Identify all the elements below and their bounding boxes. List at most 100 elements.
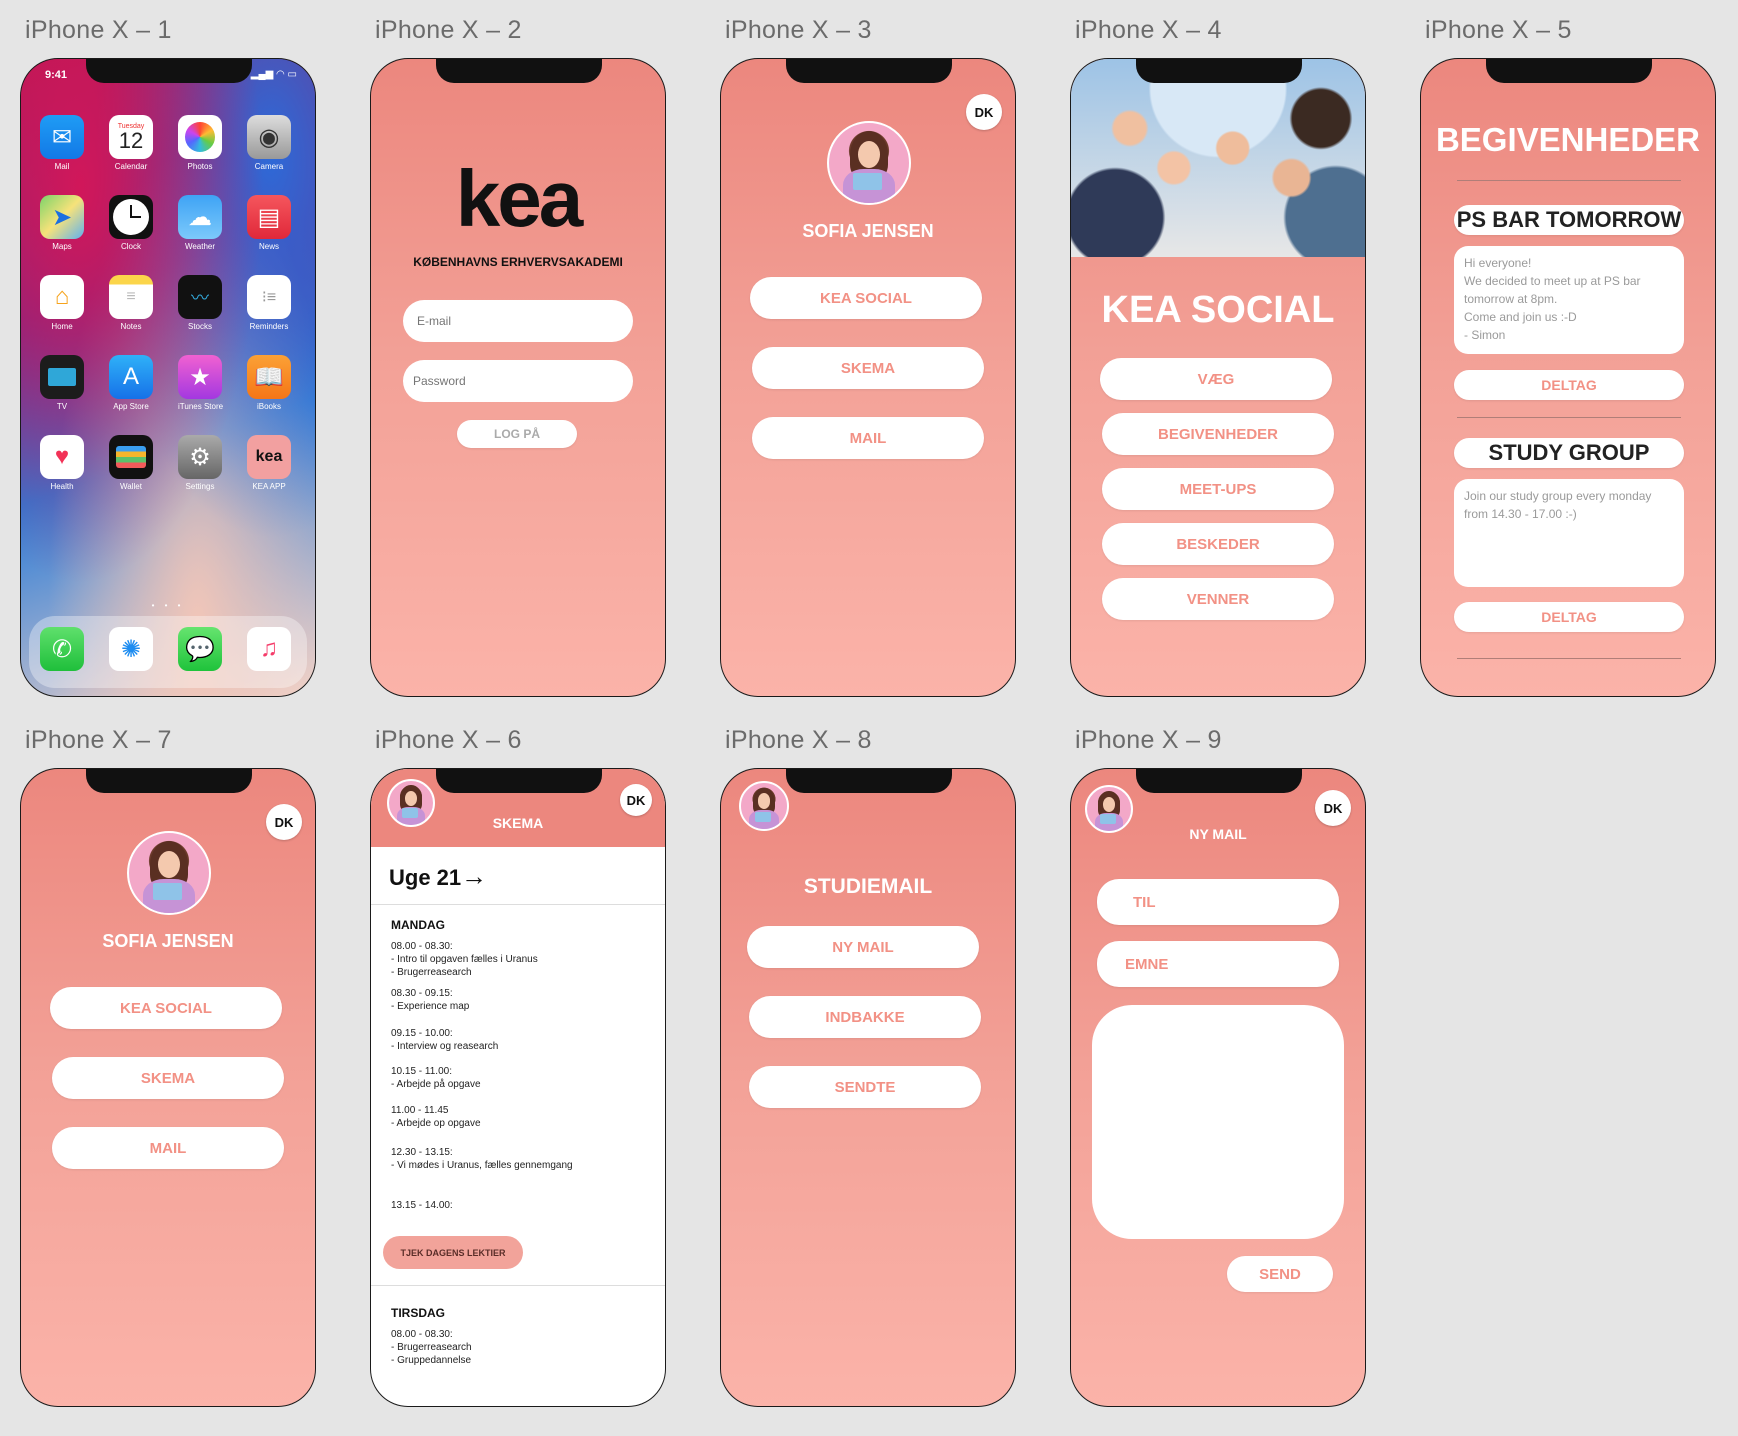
app-maps[interactable]: ➤ Maps <box>40 195 84 251</box>
study-mail-title: STUDIEMAIL <box>803 875 933 898</box>
avatar[interactable] <box>827 121 911 205</box>
app-news[interactable]: ▤ News <box>247 195 291 251</box>
messages-button[interactable]: BESKEDER <box>1102 523 1334 565</box>
artboard-label-6: iPhone X – 6 <box>375 726 522 754</box>
avatar[interactable] <box>739 781 789 831</box>
schedule-button[interactable]: SKEMA <box>752 347 984 389</box>
monday-label: MANDAG <box>391 918 445 932</box>
join-button-ps-bar[interactable]: DELTAG <box>1454 370 1684 400</box>
compass-icon: ✺ <box>109 627 153 671</box>
wall-button[interactable]: VÆG <box>1100 358 1332 400</box>
app-itunes[interactable]: ★ iTunes Store <box>178 355 223 411</box>
schedule-entry: 08.00 - 08.30: - Intro til opgaven fælle… <box>391 941 538 978</box>
language-toggle[interactable]: DK <box>620 784 652 816</box>
phone-home-screen: 9:41 ▂▄▆ ◠ ▭ ✉ Mail Tuesday 12 Calendar … <box>20 58 316 697</box>
events-title: BEGIVENHEDER <box>1435 121 1701 158</box>
event-title-study-group: STUDY GROUP <box>1454 438 1684 468</box>
profile-name: SOFIA JENSEN <box>802 221 934 241</box>
app-calendar[interactable]: Tuesday 12 Calendar <box>109 115 153 171</box>
check-homework-button[interactable]: TJEK DAGENS LEKTIER <box>383 1236 523 1269</box>
reminders-icon: ⁝≡ <box>247 275 291 319</box>
kea-social-button[interactable]: KEA SOCIAL <box>50 987 282 1029</box>
phone-login: kea KØBENHAVNS ERHVERVSAKADEMI LOG PÅ <box>370 58 666 697</box>
notes-icon: ≡ <box>109 275 153 319</box>
profile-name: SOFIA JENSEN <box>102 931 234 951</box>
app-health[interactable]: ♥ Health <box>40 435 84 491</box>
subject-field[interactable]: EMNE <box>1097 941 1339 987</box>
email-field[interactable] <box>403 300 633 342</box>
login-button[interactable]: LOG PÅ <box>457 420 577 448</box>
phone-new-mail: DK NY MAIL TIL EMNE SEND <box>1070 768 1366 1407</box>
app-wallet[interactable]: Wallet <box>109 435 153 491</box>
dock-messages[interactable]: 💬 <box>178 627 222 671</box>
app-mail[interactable]: ✉ Mail <box>40 115 84 171</box>
app-photos[interactable]: Photos <box>178 115 222 171</box>
join-button-study-group[interactable]: DELTAG <box>1454 602 1684 632</box>
artboard-label-5: iPhone X – 5 <box>1425 16 1572 44</box>
wallet-icon <box>109 435 153 479</box>
app-kea[interactable]: kea KEA APP <box>247 435 291 491</box>
avatar[interactable] <box>127 831 211 915</box>
sent-button[interactable]: SENDTE <box>749 1066 981 1108</box>
app-tv[interactable]: TV <box>40 355 84 411</box>
language-toggle[interactable]: DK <box>266 804 302 840</box>
schedule-button[interactable]: SKEMA <box>52 1057 284 1099</box>
dock-phone[interactable]: ✆ <box>40 627 84 671</box>
dock-music[interactable]: ♫ <box>247 627 291 671</box>
app-appstore[interactable]: A App Store <box>109 355 153 411</box>
artboard-label-2: iPhone X – 2 <box>375 16 522 44</box>
app-home[interactable]: ⌂ Home <box>40 275 84 331</box>
tv-icon <box>40 355 84 399</box>
schedule-entry: 12.30 - 13.15: - Vi mødes i Uranus, fæll… <box>391 1147 573 1171</box>
meetups-button[interactable]: MEET-UPS <box>1102 468 1334 510</box>
camera-icon: ◉ <box>247 115 291 159</box>
phone-profile: DK SOFIA JENSEN KEA SOCIAL SKEMA MAIL <box>720 58 1016 697</box>
next-week-arrow-icon[interactable]: → <box>461 861 487 892</box>
app-stocks[interactable]: 〰 Stocks <box>178 275 222 331</box>
message-bubble-icon: 💬 <box>178 627 222 671</box>
mail-button[interactable]: MAIL <box>752 417 984 459</box>
app-ibooks[interactable]: 📖 iBooks <box>247 355 291 411</box>
mail-button[interactable]: MAIL <box>52 1127 284 1169</box>
app-reminders[interactable]: ⁝≡ Reminders <box>247 275 291 331</box>
schedule-entry: 08.30 - 09.15: - Experience map <box>391 988 470 1012</box>
new-mail-button[interactable]: NY MAIL <box>747 926 979 968</box>
phone-icon: ✆ <box>40 627 84 671</box>
inbox-button[interactable]: INDBAKKE <box>749 996 981 1038</box>
artboard-label-8: iPhone X – 8 <box>725 726 872 754</box>
phone-kea-social: KEA SOCIAL VÆG BEGIVENHEDER MEET-UPS BES… <box>1070 58 1366 697</box>
kea-logo-icon: kea <box>247 435 291 479</box>
event-description-ps-bar: Hi everyone! We decided to meet up at PS… <box>1454 246 1684 354</box>
music-note-icon: ♫ <box>247 627 291 671</box>
to-field[interactable]: TIL <box>1097 879 1339 925</box>
mail-icon: ✉ <box>40 115 84 159</box>
tuesday-label: TIRSDAG <box>391 1306 445 1320</box>
events-button[interactable]: BEGIVENHEDER <box>1102 413 1334 455</box>
language-toggle[interactable]: DK <box>1315 790 1351 826</box>
schedule-entry: 09.15 - 10.00: - Interview og reasearch <box>391 1028 499 1052</box>
dock-safari[interactable]: ✺ <box>109 627 153 671</box>
heart-icon: ♥ <box>40 435 84 479</box>
phone-profile-2: DK SOFIA JENSEN KEA SOCIAL SKEMA MAIL <box>20 768 316 1407</box>
schedule-entry: 08.00 - 08.30: - Brugerreasearch - Grupp… <box>391 1329 472 1366</box>
settings-gear-icon: ⚙ <box>178 435 222 479</box>
kea-logo: kea <box>455 154 583 243</box>
artboard-label-1: iPhone X – 1 <box>25 16 172 44</box>
app-camera[interactable]: ◉ Camera <box>247 115 291 171</box>
send-button[interactable]: SEND <box>1227 1256 1333 1292</box>
phone-schedule: DK SKEMA Uge 21 → MANDAG 08.00 - 08.30: … <box>370 768 666 1407</box>
schedule-entry: 11.00 - 11.45 - Arbejde op opgave <box>391 1105 481 1129</box>
app-weather[interactable]: ☁ Weather <box>178 195 222 251</box>
kea-social-button[interactable]: KEA SOCIAL <box>750 277 982 319</box>
divider <box>1457 180 1681 181</box>
app-clock[interactable]: Clock <box>109 195 153 251</box>
message-body-field[interactable] <box>1092 1005 1344 1239</box>
language-toggle[interactable]: DK <box>966 94 1002 130</box>
clock-icon <box>109 195 153 239</box>
app-notes[interactable]: ≡ Notes <box>109 275 153 331</box>
app-settings[interactable]: ⚙ Settings <box>178 435 222 491</box>
divider <box>371 904 665 905</box>
password-field[interactable] <box>403 360 633 402</box>
artboard-label-4: iPhone X – 4 <box>1075 16 1222 44</box>
friends-button[interactable]: VENNER <box>1102 578 1334 620</box>
